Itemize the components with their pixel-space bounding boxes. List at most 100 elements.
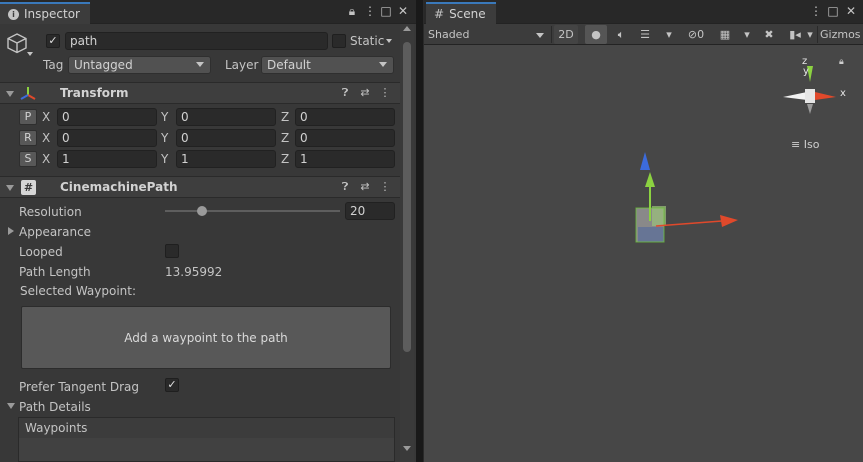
position-row: P X 0 Y 0 Z 0	[0, 107, 400, 128]
shading-mode-dropdown[interactable]: Shaded	[428, 25, 546, 44]
position-z-field[interactable]: 0	[295, 108, 395, 126]
maximize-icon[interactable]: □	[379, 4, 393, 18]
foldout-arrow-icon[interactable]	[6, 185, 14, 191]
chevron-down-icon	[379, 62, 387, 67]
kebab-menu-icon[interactable]: ⋮	[378, 86, 392, 100]
rotation-row: R X 0 Y 0 Z 0	[0, 128, 400, 149]
static-label: Static	[350, 34, 385, 48]
tab-scene[interactable]: # Scene	[426, 2, 496, 24]
hidden-objects-toggle[interactable]: ⊘0	[682, 25, 710, 44]
toolbar-separator	[551, 26, 552, 43]
inspector-panel: i Inspector 🔒︎ ⋮ □ ✕ ✓ path Static Tag U…	[0, 0, 416, 462]
axis-z-label: Z	[281, 131, 290, 145]
grid-icon[interactable]: ▦	[716, 25, 734, 44]
kebab-menu-icon[interactable]: ⋮	[378, 180, 392, 194]
scene-panel: # Scene ⋮ □ ✕ Shaded 2D ● 🔈︎ ☰ ▾ ⊘0 ▦ ▾ …	[423, 0, 863, 462]
kebab-menu-icon[interactable]: ⋮	[809, 4, 823, 18]
resolution-slider-thumb[interactable]	[196, 206, 207, 216]
lock-icon[interactable]: 🔒︎	[839, 57, 844, 67]
lighting-icon[interactable]: ●	[585, 25, 607, 44]
camera-icon[interactable]: ▮◂	[784, 25, 806, 44]
looped-checkbox[interactable]	[165, 244, 179, 258]
effects-icon[interactable]: ☰	[636, 25, 654, 44]
position-x-field[interactable]: 0	[57, 108, 157, 126]
scroll-down-icon[interactable]	[403, 446, 411, 451]
help-icon[interactable]: ❓︎	[338, 180, 352, 194]
close-icon[interactable]: ✕	[396, 4, 410, 18]
scale-button[interactable]: S	[19, 151, 37, 167]
preset-icon[interactable]: ⇄	[358, 86, 372, 100]
tag-dropdown[interactable]: Untagged	[68, 56, 211, 74]
gizmos-dropdown[interactable]: Gizmos	[820, 25, 863, 44]
scale-x-field[interactable]: 1	[57, 150, 157, 168]
gizmo-axis-x-label: x	[840, 88, 846, 99]
hidden-count: 0	[697, 28, 705, 41]
close-icon[interactable]: ✕	[844, 4, 858, 18]
resolution-slider-track[interactable]	[165, 210, 340, 212]
help-icon[interactable]: ❓︎	[338, 86, 352, 100]
static-checkbox[interactable]	[332, 34, 346, 48]
menu-lines-icon: ≡	[791, 138, 801, 151]
object-name-input[interactable]: path	[65, 32, 328, 50]
scale-z-field[interactable]: 1	[295, 150, 395, 168]
transform-header[interactable]: Transform ❓︎ ⇄ ⋮	[0, 82, 400, 104]
axis-z-label: Z	[281, 110, 290, 124]
scale-y-field[interactable]: 1	[176, 150, 276, 168]
rotation-x-field[interactable]: 0	[57, 129, 157, 147]
path-length-label: Path Length	[19, 265, 91, 279]
camera-dropdown-icon[interactable]: ▾	[804, 25, 816, 44]
foldout-arrow-icon[interactable]	[6, 91, 14, 97]
waypoints-list-body	[18, 438, 395, 462]
position-button[interactable]: P	[19, 109, 37, 125]
cinemachine-path-header[interactable]: # CinemachinePath ❓︎ ⇄ ⋮	[0, 176, 400, 198]
scroll-up-icon[interactable]	[403, 26, 411, 31]
scale-row: S X 1 Y 1 Z 1	[0, 149, 400, 170]
grid-dropdown-icon[interactable]: ▾	[740, 25, 754, 44]
iso-toggle[interactable]: ≡ Iso	[791, 138, 819, 151]
transform-rows: P X 0 Y 0 Z 0 R X 0 Y 0 Z 0 S X 1 Y 1 Z …	[0, 107, 400, 171]
tag-value: Untagged	[74, 58, 133, 72]
active-checkbox[interactable]: ✓	[46, 34, 60, 48]
tab-scene-label: Scene	[449, 7, 486, 21]
prefer-tangent-checkbox[interactable]: ✓	[165, 378, 179, 392]
tools-icon[interactable]: ✖	[760, 25, 778, 44]
scene-viewport[interactable]: z y x 🔒︎ ≡ Iso	[424, 46, 863, 462]
add-waypoint-message: Add a waypoint to the path	[124, 330, 288, 345]
transform-title: Transform	[60, 86, 129, 100]
orientation-gizmo[interactable]: z y x 🔒︎	[779, 54, 859, 134]
static-dropdown-icon[interactable]	[386, 39, 392, 43]
rotation-button[interactable]: R	[19, 130, 37, 146]
kebab-menu-icon[interactable]: ⋮	[363, 4, 377, 18]
audio-icon[interactable]: 🔈︎	[612, 25, 630, 44]
resolution-input[interactable]: 20	[345, 202, 395, 220]
transform-icon	[19, 85, 37, 103]
tab-inspector[interactable]: i Inspector	[0, 2, 90, 24]
axis-x-label: X	[42, 110, 51, 124]
lock-icon[interactable]: 🔒︎	[345, 4, 359, 18]
shading-mode-value: Shaded	[428, 28, 470, 41]
preset-icon[interactable]: ⇄	[358, 180, 372, 194]
prefer-tangent-label: Prefer Tangent Drag	[19, 380, 140, 394]
foldout-arrow-icon[interactable]	[7, 403, 15, 409]
effects-dropdown-icon[interactable]: ▾	[662, 25, 676, 44]
path-length-value: 13.95992	[165, 265, 223, 279]
grid-hash-icon: #	[434, 7, 445, 21]
axis-y-label: Y	[161, 110, 169, 124]
appearance-foldout[interactable]: Appearance	[19, 225, 91, 239]
scrollbar-thumb[interactable]	[403, 42, 411, 352]
info-icon: i	[8, 8, 19, 20]
inspector-scrollbar[interactable]	[400, 24, 414, 462]
rotation-z-field[interactable]: 0	[295, 129, 395, 147]
foldout-arrow-icon[interactable]	[8, 227, 14, 235]
position-y-field[interactable]: 0	[176, 108, 276, 126]
path-details-foldout[interactable]: Path Details	[19, 400, 91, 414]
tab-inspector-label: Inspector	[24, 7, 80, 21]
maximize-icon[interactable]: □	[826, 4, 840, 18]
gizmo-axis-y-label: y	[803, 66, 809, 77]
selected-waypoint-label: Selected Waypoint:	[20, 284, 137, 298]
rotation-y-field[interactable]: 0	[176, 129, 276, 147]
object-icon-dropdown-icon[interactable]	[27, 52, 33, 56]
toggle-2d-button[interactable]: 2D	[554, 25, 578, 44]
script-icon: #	[21, 180, 36, 195]
layer-dropdown[interactable]: Default	[261, 56, 394, 74]
